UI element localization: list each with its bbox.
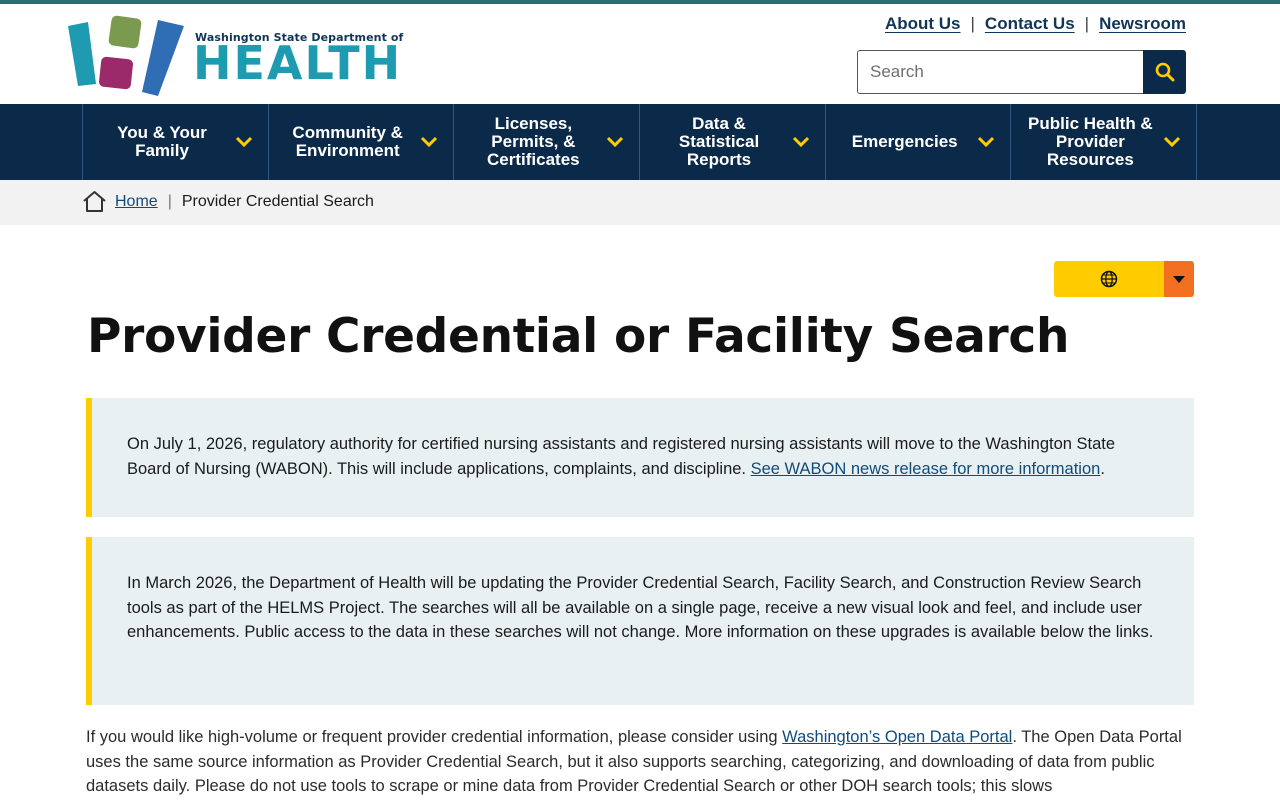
chevron-down-icon: [1163, 136, 1181, 148]
home-icon[interactable]: [82, 190, 107, 213]
page-title: Provider Credential or Facility Search: [87, 309, 1070, 364]
nav-item-licenses-permits-certificates[interactable]: Licenses, Permits, & Certificates: [454, 104, 641, 180]
search-icon: [1155, 62, 1174, 82]
nav-item-label: Community & Environment: [292, 123, 403, 160]
nav-item-public-health-provider-resources[interactable]: Public Health & Provider Resources: [1011, 104, 1198, 180]
nav-item-label: Emergencies: [851, 132, 958, 151]
translate-button[interactable]: [1054, 261, 1164, 297]
paragraph-text: If you would like high-volume or frequen…: [86, 728, 783, 746]
breadcrumb-current: Provider Credential Search: [181, 192, 374, 210]
search-button[interactable]: [1143, 50, 1186, 94]
open-data-paragraph: If you would like high-volume or frequen…: [86, 725, 1194, 799]
utility-separator: |: [1084, 14, 1090, 33]
open-data-portal-link[interactable]: Washington’s Open Data Portal: [782, 728, 1012, 746]
utility-nav: About Us | Contact Us | Newsroom: [885, 14, 1186, 34]
nav-item-you-and-your-family[interactable]: You & Your Family: [83, 104, 269, 180]
chevron-down-icon: [978, 136, 995, 148]
about-us-link[interactable]: About Us: [885, 14, 961, 34]
nav-item-data-statistical-reports[interactable]: Data & Statistical Reports: [640, 104, 826, 180]
logo-mark-icon: [68, 15, 184, 96]
nav-item-label: You & Your Family: [117, 123, 207, 160]
search-input[interactable]: [857, 50, 1143, 94]
wabon-news-release-link[interactable]: See WABON news release for more informat…: [751, 460, 1101, 478]
alert-text-end: .: [1100, 459, 1105, 478]
nav-item-emergencies[interactable]: Emergencies: [826, 104, 1012, 180]
logo-health-wordmark: HEALTH: [193, 36, 403, 90]
nav-item-community-and-environment[interactable]: Community & Environment: [269, 104, 455, 180]
alert-helms-notice: In March 2026, the Department of Health …: [86, 537, 1194, 705]
globe-icon: [1100, 270, 1118, 288]
translate-dropdown-toggle[interactable]: [1164, 261, 1194, 297]
utility-separator: |: [970, 14, 975, 33]
nav-item-label: Licenses, Permits, & Certificates: [487, 114, 580, 169]
nav-item-label: Data & Statistical Reports: [678, 114, 760, 169]
translate-widget[interactable]: [1054, 261, 1194, 297]
chevron-down-icon: [606, 136, 624, 148]
contact-us-link[interactable]: Contact Us: [985, 14, 1075, 34]
site-header: Washington State Department of HEALTH Ab…: [0, 4, 1280, 104]
doh-logo[interactable]: Washington State Department of HEALTH: [66, 12, 403, 98]
chevron-down-icon: [235, 136, 252, 148]
breadcrumb-home-link[interactable]: Home: [115, 193, 158, 211]
nav-item-label: Public Health & Provider Resources: [1028, 114, 1153, 169]
breadcrumb: Home | Provider Credential Search: [0, 180, 1280, 225]
caret-down-icon: [1173, 275, 1185, 283]
main-nav: You & Your Family Community & Environmen…: [0, 104, 1280, 180]
alert-text: In March 2026, the Department of Health …: [127, 574, 1154, 641]
alert-wabon-notice: On July 1, 2026, regulatory authority fo…: [86, 398, 1194, 517]
newsroom-link[interactable]: Newsroom: [1099, 14, 1186, 34]
site-search: [857, 50, 1186, 94]
breadcrumb-separator: |: [167, 192, 172, 210]
chevron-down-icon: [421, 136, 438, 148]
chevron-down-icon: [792, 136, 809, 148]
